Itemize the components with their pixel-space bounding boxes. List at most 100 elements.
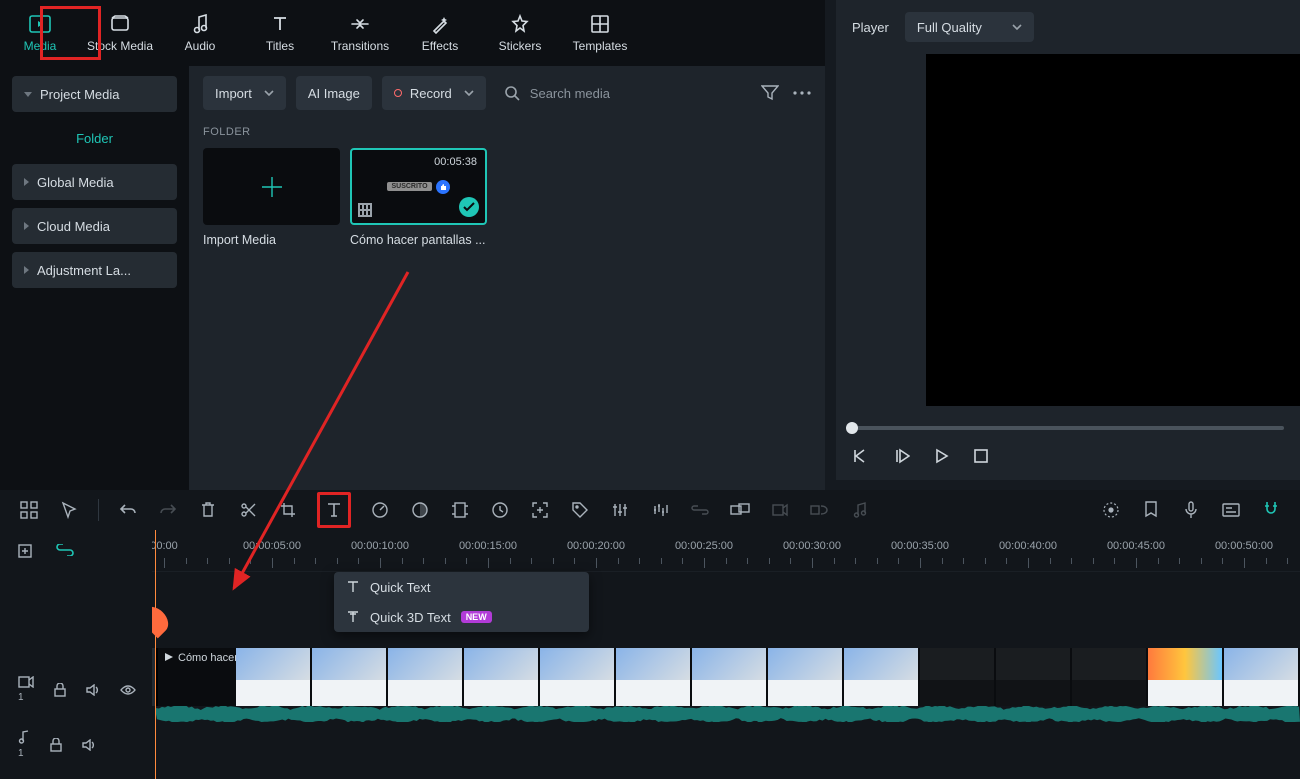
adjust-icon[interactable]: [609, 499, 631, 521]
grid-icon[interactable]: [18, 499, 40, 521]
chevron-down-icon: [1012, 24, 1022, 30]
tab-stock-media[interactable]: Stock Media: [80, 0, 160, 66]
button-label: Record: [410, 86, 452, 101]
next-frame-button[interactable]: [934, 448, 950, 464]
tab-audio[interactable]: Audio: [160, 0, 240, 66]
audio-sync-icon[interactable]: [809, 499, 831, 521]
player-preview[interactable]: [926, 54, 1300, 406]
snap-icon[interactable]: [1260, 499, 1282, 521]
player-scrubber[interactable]: [852, 426, 1284, 430]
thumb-caption: Import Media: [203, 233, 340, 247]
video-clip[interactable]: Cómo hacer pantallas finales: [156, 648, 1300, 706]
ctx-quick-text[interactable]: Quick Text: [334, 572, 589, 602]
ctx-label: Quick 3D Text: [370, 610, 451, 625]
record-button[interactable]: Record: [382, 76, 486, 110]
tab-stickers[interactable]: Stickers: [480, 0, 560, 66]
timeline-toolbar: [0, 490, 1300, 530]
tab-effects[interactable]: Effects: [400, 0, 480, 66]
clip-frame: [1072, 648, 1148, 706]
search-media[interactable]: [496, 85, 751, 102]
import-button[interactable]: Import: [203, 76, 286, 110]
mute-icon[interactable]: [86, 684, 100, 696]
clip-frame: [768, 648, 844, 706]
sidebar-label: Adjustment La...: [37, 263, 131, 278]
crop-icon[interactable]: [277, 499, 299, 521]
suscrito-badge: SUSCRITO: [387, 182, 431, 191]
play-button[interactable]: [894, 448, 910, 464]
ruler-label: 00:00:20:00: [567, 540, 625, 552]
link-icon[interactable]: [689, 499, 711, 521]
ruler-label: 00:00:30:00: [783, 540, 841, 552]
media-browser: Import AI Image Record: [189, 66, 825, 546]
marker-icon[interactable]: [1140, 499, 1162, 521]
clip-frame: [236, 648, 312, 706]
sidebar-label: Global Media: [37, 175, 114, 190]
import-media-tile[interactable]: Import Media: [203, 148, 340, 247]
mask-icon[interactable]: [449, 499, 471, 521]
tag-icon[interactable]: [569, 499, 591, 521]
visibility-icon[interactable]: [120, 685, 136, 695]
sidebar-item-global-media[interactable]: Global Media: [12, 164, 177, 200]
media-sidebar: Project Media Folder Global Media Cloud …: [0, 66, 189, 546]
stock-media-icon: [109, 13, 131, 35]
delete-icon[interactable]: [197, 499, 219, 521]
color-icon[interactable]: [409, 499, 431, 521]
tab-transitions[interactable]: Transitions: [320, 0, 400, 66]
clip-frame: [1148, 648, 1224, 706]
tab-audio-label: Audio: [185, 39, 216, 53]
clip-frame: [1224, 648, 1300, 706]
chevron-right-icon: [24, 266, 29, 274]
cursor-icon[interactable]: [58, 499, 80, 521]
split-icon[interactable]: [237, 499, 259, 521]
media-clip-tile[interactable]: 00:05:38 SUSCRITO Cómo hacer pantallas .…: [350, 148, 487, 247]
lock-icon[interactable]: [54, 683, 66, 697]
mixer-icon[interactable]: [649, 499, 671, 521]
subtitle-icon[interactable]: [1220, 499, 1242, 521]
sidebar-item-cloud-media[interactable]: Cloud Media: [12, 208, 177, 244]
music-icon[interactable]: [849, 499, 871, 521]
sidebar-label: Project Media: [40, 87, 119, 102]
tab-templates[interactable]: Templates: [560, 0, 640, 66]
keyframe-icon[interactable]: [489, 499, 511, 521]
playhead-handle[interactable]: [152, 602, 173, 639]
undo-icon[interactable]: [117, 499, 139, 521]
stop-button[interactable]: [974, 449, 988, 463]
group-icon[interactable]: [729, 499, 751, 521]
lock-icon[interactable]: [50, 738, 62, 752]
voiceover-icon[interactable]: [1180, 499, 1202, 521]
prev-frame-button[interactable]: [852, 448, 870, 464]
video-track-icon[interactable]: 1: [18, 676, 34, 703]
video-track[interactable]: Cómo hacer pantallas finales: [152, 648, 1300, 706]
sidebar-item-project-media[interactable]: Project Media: [12, 76, 177, 112]
tab-stock-label: Stock Media: [87, 39, 153, 53]
link-tracks-icon[interactable]: [56, 544, 74, 560]
playhead-line[interactable]: [155, 530, 156, 779]
chevron-down-icon: [464, 90, 474, 96]
scrubber-handle[interactable]: [846, 422, 858, 434]
filter-icon[interactable]: [761, 85, 779, 101]
search-input[interactable]: [528, 85, 743, 102]
speed-icon[interactable]: [369, 499, 391, 521]
sidebar-label: Folder: [76, 131, 113, 146]
mute-icon[interactable]: [82, 739, 96, 751]
more-icon[interactable]: [793, 91, 811, 95]
text-3d-icon: [346, 610, 360, 624]
ruler-label: 00:00:50:00: [1215, 540, 1273, 552]
timeline-ruler[interactable]: 00:0000:00:05:0000:00:10:0000:00:15:0000…: [152, 530, 1300, 572]
render-icon[interactable]: [1100, 499, 1122, 521]
ctx-quick-3d-text[interactable]: Quick 3D Text NEW: [334, 602, 589, 632]
sidebar-item-adjustment-layer[interactable]: Adjustment La...: [12, 252, 177, 288]
audio-track-icon[interactable]: 1: [18, 730, 30, 759]
thumb-caption: Cómo hacer pantallas ...: [350, 233, 487, 247]
record-vo-icon[interactable]: [769, 499, 791, 521]
quality-select[interactable]: Full Quality: [905, 12, 1034, 42]
fit-icon[interactable]: [529, 499, 551, 521]
ai-image-button[interactable]: AI Image: [296, 76, 372, 110]
sidebar-item-folder[interactable]: Folder: [12, 120, 177, 156]
tab-titles[interactable]: Titles: [240, 0, 320, 66]
button-label: AI Image: [308, 86, 360, 101]
tab-media[interactable]: Media: [0, 0, 80, 66]
text-tool-icon[interactable]: [323, 499, 345, 521]
redo-icon[interactable]: [157, 499, 179, 521]
add-track-icon[interactable]: [18, 544, 34, 560]
